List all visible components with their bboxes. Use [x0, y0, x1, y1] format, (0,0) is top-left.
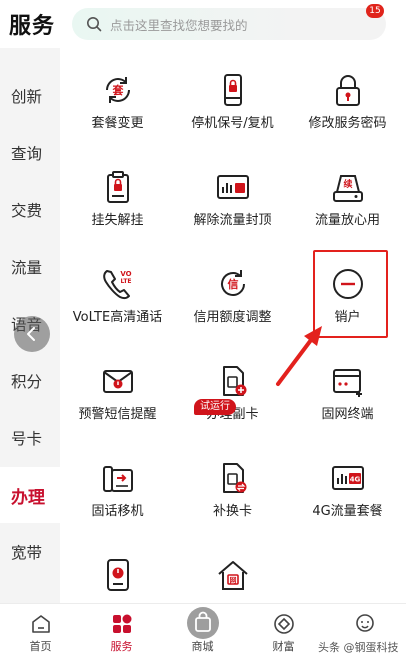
data-router-icon: 续	[333, 175, 363, 202]
watermark: 头条 @钢蛋科技	[318, 641, 399, 654]
credit-glyph: 信	[228, 277, 239, 291]
service-change-password[interactable]: 修改服务密码	[290, 48, 405, 145]
service-sms-alert[interactable]: 预警短信提醒	[60, 339, 175, 436]
search-placeholder: 点击这里查找您想要找的	[110, 17, 248, 33]
service-package-change[interactable]: 套 套餐变更	[60, 48, 175, 145]
tab-label: 首页	[29, 640, 52, 653]
service-label: 停机保号/复机	[191, 116, 274, 131]
package-change-icon: 套	[106, 77, 130, 103]
service-label: 挂失解挂	[91, 213, 144, 228]
sidebar-item-label: 宽带	[11, 544, 43, 562]
notification-badge: 15	[366, 4, 384, 18]
fixed-terminal-icon	[333, 369, 362, 397]
sidebar-item-query[interactable]: 查询	[0, 125, 60, 181]
service-report-loss[interactable]: 挂失解挂	[60, 145, 175, 242]
volte-bottom-glyph: LTE	[120, 278, 131, 285]
tab-wealth[interactable]: 财富	[243, 604, 324, 658]
sidebar-item-innovation[interactable]: 创新	[0, 68, 60, 124]
report-loss-icon	[107, 171, 129, 203]
chevron-left-icon	[27, 327, 35, 341]
padlock-icon	[336, 75, 360, 106]
arrow-annotation	[276, 326, 322, 386]
service-device-power[interactable]	[60, 533, 175, 603]
search-icon	[87, 17, 102, 32]
sidebar-item-label: 办理	[11, 487, 45, 508]
service-icon	[113, 614, 132, 633]
service-label: VoLTE高清通话	[72, 310, 163, 325]
sidebar-item-payment[interactable]: 交费	[0, 182, 60, 238]
sidebar-item-label: 创新	[11, 88, 43, 106]
credit-adjust-icon: 信	[221, 270, 245, 296]
service-label: 预警短信提醒	[78, 407, 157, 422]
tab-label: 财富	[272, 640, 295, 653]
4g-package-icon: 4G	[332, 466, 364, 490]
sidebar-item-traffic[interactable]: 流量	[0, 239, 60, 295]
home-icon	[32, 615, 50, 633]
tab-service[interactable]: 服务	[81, 604, 162, 658]
renew-glyph: 续	[343, 178, 352, 190]
tab-home[interactable]: 首页	[0, 604, 81, 658]
traffic-cap-icon	[217, 175, 249, 199]
sidebar-item-label: 积分	[11, 373, 43, 391]
header: 服务 点击这里查找您想要找的	[0, 0, 406, 48]
sidebar-item-label: 查询	[11, 145, 43, 163]
back-button[interactable]	[14, 316, 50, 352]
profile-icon	[356, 614, 374, 632]
service-remove-traffic-cap[interactable]: 解除流量封顶	[175, 145, 290, 242]
tab-label: 服务	[110, 640, 133, 653]
service-replace-sim[interactable]: 补换卡	[175, 436, 290, 533]
service-label: 固话移机	[91, 504, 144, 519]
service-label: 补换卡	[212, 504, 252, 519]
service-label: 解除流量封顶	[193, 213, 272, 228]
tab-mall[interactable]: 商城	[162, 604, 243, 658]
page-title: 服务	[9, 14, 56, 39]
sidebar-item-label: 交费	[11, 202, 43, 220]
trial-badge: 试运行	[194, 399, 236, 415]
tab-label: 商城	[191, 640, 214, 653]
app-screen: 服务 点击这里查找您想要找的 创新 查询 交费 流量 语音 积分 号卡 办理 宽…	[0, 0, 406, 658]
service-label: 套餐变更	[91, 116, 144, 131]
sidebar-item-points[interactable]: 积分	[0, 353, 60, 409]
service-worry-free-data[interactable]: 续 流量放心用	[290, 145, 405, 242]
service-label: 流量放心用	[314, 213, 380, 228]
fourg-glyph: 4G	[350, 476, 361, 484]
wealth-icon	[274, 614, 294, 634]
sms-alert-icon	[103, 370, 133, 393]
sidebar-item-sim[interactable]: 号卡	[0, 410, 60, 466]
sidebar-item-broadband[interactable]: 宽带	[0, 524, 60, 580]
volte-top-glyph: VO	[120, 270, 131, 278]
sidebar-item-label: 流量	[11, 259, 43, 277]
package-glyph: 套	[113, 83, 125, 97]
service-volte[interactable]: VO LTE VoLTE高清通话	[60, 242, 175, 339]
landline-move-icon	[103, 466, 133, 492]
service-suspend-resume[interactable]: 停机保号/复机	[175, 48, 290, 145]
service-landline-move[interactable]: 固话移机	[60, 436, 175, 533]
house-glyph: 网	[230, 577, 237, 585]
service-broadband-home[interactable]: 网	[175, 533, 290, 603]
broadband-house-icon: 网	[218, 561, 248, 590]
service-label: 固网终端	[321, 407, 374, 422]
sidebar-item-handle[interactable]: 办理	[0, 467, 60, 523]
sim-replace-icon	[223, 463, 247, 493]
service-label: 4G流量套餐	[312, 504, 383, 519]
search-input[interactable]: 点击这里查找您想要找的	[72, 8, 386, 40]
sim-card-add-icon	[223, 366, 247, 396]
sidebar-item-label: 号卡	[11, 430, 43, 448]
service-4g-package[interactable]: 4G 4G流量套餐	[290, 436, 405, 533]
power-device-icon	[107, 559, 129, 591]
shopping-bag-icon	[187, 607, 219, 639]
service-label: 修改服务密码	[308, 116, 387, 131]
phone-lock-icon	[224, 74, 242, 106]
volte-icon: VO LTE	[103, 270, 132, 300]
